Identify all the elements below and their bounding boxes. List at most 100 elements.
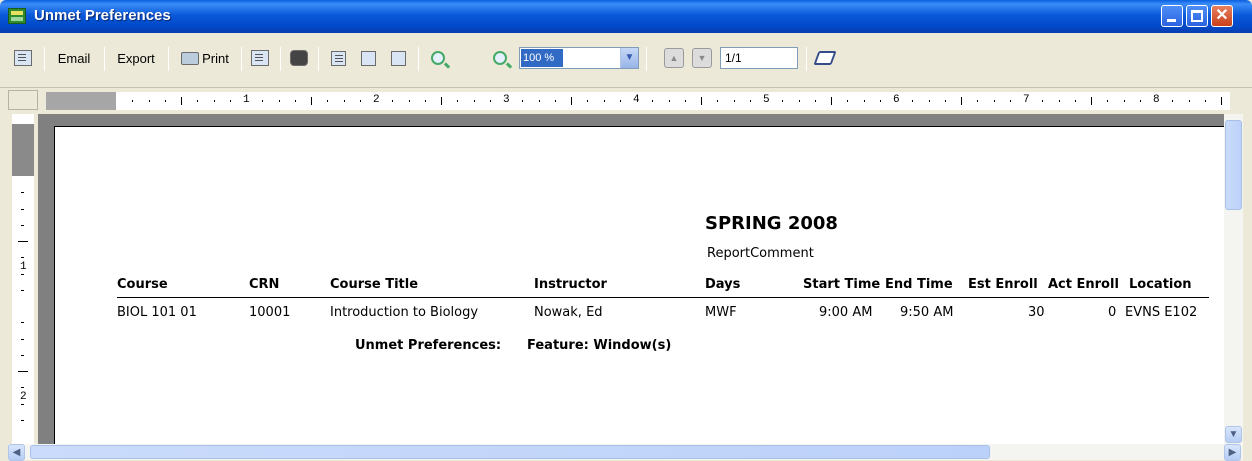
ruler-tick	[1009, 100, 1011, 102]
ruler-tick	[652, 100, 654, 102]
print-button[interactable]: Print	[174, 46, 236, 70]
ruler-tick	[213, 100, 215, 102]
vertical-scroll-thumb[interactable]	[1225, 120, 1242, 210]
scroll-right-button[interactable]: ▶	[1224, 444, 1241, 461]
title-bar: Unmet Preferences ✕	[0, 0, 1252, 33]
report-viewport: SPRING 2008 ReportComment Course CRN Cou…	[38, 114, 1224, 444]
vertical-ruler-tick	[21, 322, 24, 324]
ruler-tick	[278, 100, 280, 102]
find-button[interactable]	[286, 46, 312, 70]
horizontal-scroll-thumb[interactable]	[30, 445, 990, 459]
app-icon	[8, 8, 26, 24]
prev-page-button[interactable]: ▲	[664, 48, 684, 68]
horizontal-ruler: 1 2 3 4 5 6 7 8	[0, 88, 1252, 114]
copy-page-button[interactable]	[248, 46, 272, 70]
email-button[interactable]: Email	[50, 46, 98, 70]
vertical-ruler-tick	[21, 289, 24, 291]
cell-start-time: 9:00 AM	[819, 305, 873, 320]
ruler-tick	[831, 97, 832, 105]
vertical-ruler-tick	[21, 257, 24, 259]
header-course: Course	[117, 277, 168, 292]
toolbar-separator	[104, 47, 105, 71]
chevron-right-icon: ▶	[1228, 447, 1237, 458]
ruler-tick	[181, 97, 182, 105]
ruler-tick	[489, 100, 491, 102]
ruler-tick	[668, 100, 670, 102]
zoom-in-button[interactable]	[488, 46, 512, 70]
header-crn: CRN	[249, 277, 280, 292]
single-page-button[interactable]	[326, 46, 350, 70]
edit-icon	[813, 51, 837, 65]
ruler-tick	[538, 100, 540, 102]
maximize-button[interactable]	[1186, 5, 1208, 27]
fit-page-button[interactable]	[386, 46, 410, 70]
ruler-number: 2	[373, 94, 380, 106]
horizontal-scrollbar[interactable]: ◀ ▶	[8, 444, 1243, 461]
ruler-tick	[717, 100, 719, 102]
ruler-tick	[229, 100, 231, 102]
header-start-time: Start Time	[803, 277, 881, 292]
ruler-tick	[977, 100, 979, 102]
close-button[interactable]: ✕	[1211, 5, 1233, 27]
scroll-left-button[interactable]: ◀	[8, 444, 25, 461]
ruler-tick	[1221, 97, 1222, 105]
ruler-number: 4	[633, 94, 640, 106]
vertical-scrollbar[interactable]: ▼	[1224, 114, 1243, 444]
ruler-tick	[749, 100, 751, 102]
page-number-input[interactable]: 1/1	[720, 47, 798, 69]
ruler-tick	[1123, 100, 1125, 102]
toolbar-separator	[280, 47, 281, 71]
page-icon	[330, 50, 346, 66]
vertical-ruler-tick	[21, 354, 24, 356]
zoom-out-button[interactable]	[426, 46, 450, 70]
ruler-tick	[1042, 100, 1044, 102]
chevron-down-icon[interactable]: ▼	[620, 48, 638, 68]
vertical-ruler-tick	[18, 241, 28, 242]
ruler-tick	[148, 100, 150, 102]
minimize-button[interactable]	[1161, 5, 1183, 27]
ruler-number: 3	[503, 94, 510, 106]
cell-crn: 10001	[249, 305, 291, 320]
export-button[interactable]: Export	[110, 46, 162, 70]
next-page-button[interactable]: ▼	[692, 48, 712, 68]
toolbar-separator	[418, 47, 419, 71]
page-copy-icon	[251, 50, 269, 66]
prev-page-icon: ▲	[669, 53, 679, 63]
ruler-tick	[603, 100, 605, 102]
ruler-tick	[1058, 100, 1060, 102]
ruler-tick	[554, 100, 556, 102]
vertical-ruler-tick	[21, 224, 24, 226]
header-instructor: Instructor	[534, 277, 607, 292]
print-label: Print	[202, 50, 229, 66]
ruler-tick	[1188, 100, 1190, 102]
printer-icon	[181, 51, 200, 65]
vertical-ruler-strip: 12	[12, 114, 34, 444]
ruler-tick	[961, 97, 962, 105]
multipage-icon	[360, 50, 376, 66]
scroll-down-button[interactable]: ▼	[1225, 426, 1242, 443]
edit-button[interactable]	[812, 46, 838, 70]
toolbar-separator	[241, 47, 242, 71]
ruler-tick	[132, 100, 134, 102]
header-end-time: End Time	[885, 277, 953, 292]
ruler-number: 6	[893, 94, 900, 106]
toolbar: Email Export Print 100 % ▼ ▲ ▼ 1/1	[0, 33, 1252, 88]
window-title: Unmet Preferences	[34, 7, 171, 24]
ruler-tick	[587, 100, 589, 102]
vertical-ruler: 12	[8, 114, 38, 444]
ruler-tick	[1139, 100, 1141, 102]
toolbar-separator	[318, 47, 319, 71]
ruler-tick	[473, 100, 475, 102]
ruler-tick	[782, 100, 784, 102]
copy-button[interactable]	[10, 46, 36, 70]
multi-page-button[interactable]	[356, 46, 380, 70]
vertical-ruler-tick	[21, 192, 24, 194]
toolbar-separator	[44, 47, 45, 71]
zoom-select[interactable]: 100 % ▼	[519, 47, 639, 69]
vertical-ruler-number: 2	[20, 391, 27, 403]
ruler-tick	[408, 100, 410, 102]
report-comment: ReportComment	[707, 246, 814, 261]
vertical-ruler-number: 1	[20, 261, 27, 273]
ruler-tick	[879, 100, 881, 102]
zoom-out-icon	[431, 51, 445, 65]
